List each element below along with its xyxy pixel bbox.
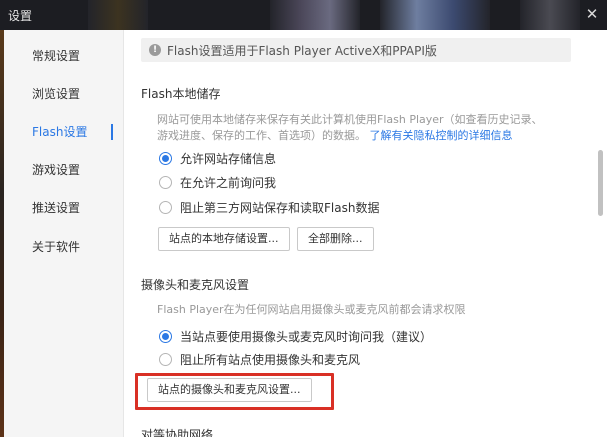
sidebar-item-label: 浏览设置 bbox=[32, 87, 81, 101]
radio-block-third-party[interactable]: 阻止第三方网站保存和读取Flash数据 bbox=[159, 199, 379, 215]
radio-block-camera[interactable]: 阻止所有站点使用摄像头和麦克风 bbox=[159, 351, 360, 367]
sidebar-item-games[interactable]: 游戏设置 bbox=[4, 152, 123, 188]
title-bar: 设置 ✕ bbox=[0, 0, 607, 30]
sidebar-item-label: Flash设置 bbox=[32, 125, 88, 139]
radio-button-checked[interactable] bbox=[159, 151, 172, 165]
delete-all-button[interactable]: 全部删除... bbox=[297, 227, 374, 251]
radio-label: 允许网站存储信息 bbox=[180, 151, 277, 166]
storage-desc-line1: 网站可使用本地储存来保存有关此计算机使用Flash Player（如查看历史记录… bbox=[157, 113, 543, 126]
storage-section-title: Flash本地储存 bbox=[141, 87, 221, 101]
radio-label: 当站点要使用摄像头或麦克风时询问我（建议） bbox=[180, 329, 433, 344]
sidebar-item-push[interactable]: 推送设置 bbox=[4, 190, 123, 226]
flash-notice: ! Flash设置适用于Flash Player ActiveX和PPAPI版 bbox=[141, 38, 571, 62]
close-icon[interactable]: ✕ bbox=[583, 4, 601, 24]
scrollbar[interactable] bbox=[595, 30, 607, 437]
titlebar-background-art bbox=[380, 0, 490, 30]
sidebar-item-label: 关于软件 bbox=[32, 240, 81, 254]
radio-ask-camera[interactable]: 当站点要使用摄像头或麦克风时询问我（建议） bbox=[159, 328, 432, 344]
active-indicator bbox=[111, 124, 113, 140]
radio-ask-first[interactable]: 在允许之前询问我 bbox=[159, 174, 276, 190]
scrollbar-thumb[interactable] bbox=[598, 150, 603, 216]
camera-description: Flash Player在为任何网站启用摄像头或麦克风前都会请求权限 bbox=[157, 303, 466, 316]
radio-allow-storage[interactable]: 允许网站存储信息 bbox=[159, 150, 276, 166]
info-icon: ! bbox=[149, 44, 161, 56]
p2p-section-title: 对等协助网络 bbox=[141, 428, 214, 437]
camera-section-title: 摄像头和麦克风设置 bbox=[141, 278, 250, 292]
highlight-annotation bbox=[135, 373, 334, 410]
notice-text: Flash设置适用于Flash Player ActiveX和PPAPI版 bbox=[167, 43, 437, 58]
storage-description: 网站可使用本地储存来保存有关此计算机使用Flash Player（如查看历史记录… bbox=[157, 112, 577, 144]
titlebar-background-art bbox=[520, 0, 580, 30]
radio-button[interactable] bbox=[159, 175, 172, 189]
radio-label: 阻止所有站点使用摄像头和麦克风 bbox=[180, 352, 361, 367]
sidebar-item-label: 常规设置 bbox=[32, 49, 81, 63]
radio-button[interactable] bbox=[159, 200, 172, 214]
titlebar-background-art bbox=[88, 0, 148, 30]
radio-label: 在允许之前询问我 bbox=[180, 175, 277, 190]
titlebar-background-art bbox=[270, 0, 360, 30]
storage-settings-button[interactable]: 站点的本地存储设置... bbox=[158, 227, 290, 251]
sidebar-item-flash[interactable]: Flash设置 bbox=[4, 114, 123, 150]
radio-button[interactable] bbox=[159, 352, 172, 366]
privacy-link[interactable]: 了解有关隐私控制的详细信息 bbox=[370, 129, 513, 142]
radio-button-checked[interactable] bbox=[159, 329, 172, 343]
sidebar-item-about[interactable]: 关于软件 bbox=[4, 229, 123, 265]
storage-desc-line2: 游戏进度、保存的工作、首选项）的数据。 bbox=[157, 129, 366, 142]
radio-label: 阻止第三方网站保存和读取Flash数据 bbox=[180, 200, 380, 215]
sidebar-item-label: 推送设置 bbox=[32, 201, 81, 215]
sidebar-item-label: 游戏设置 bbox=[32, 163, 81, 177]
sidebar-item-browsing[interactable]: 浏览设置 bbox=[4, 76, 123, 112]
window-title: 设置 bbox=[8, 9, 33, 23]
sidebar-item-general[interactable]: 常规设置 bbox=[4, 38, 123, 74]
settings-sidebar: 常规设置 浏览设置 Flash设置 游戏设置 推送设置 关于软件 bbox=[4, 30, 124, 437]
